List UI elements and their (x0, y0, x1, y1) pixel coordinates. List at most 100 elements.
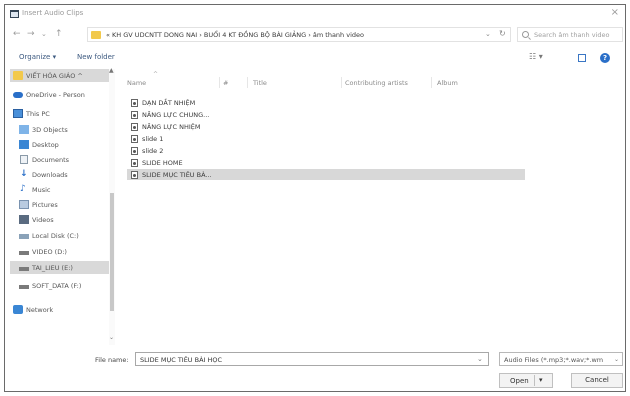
sidebar-item-onedrive[interactable]: OneDrive - Person (10, 88, 114, 101)
file-row[interactable]: NĂNG LỰC NHIỆM (127, 121, 525, 132)
address-path[interactable]: « KH GV UDCNTT DONG NAI › BUỔI 4 KT ĐỒNG… (106, 31, 364, 39)
audio-file-icon (131, 171, 138, 179)
window-title: Insert Audio Clips (22, 9, 84, 17)
documents-icon (20, 155, 28, 164)
refresh-icon[interactable]: ↻ (499, 29, 506, 38)
file-name: NĂNG LỰC CHUNG... (142, 111, 210, 119)
navigation-pane: VIẾT HÓA GIÁO ^ OneDrive - Person This P… (10, 67, 118, 345)
file-row[interactable]: slide 1 (127, 133, 525, 144)
sidebar-item-label: Videos (32, 216, 54, 224)
forward-arrow-icon[interactable]: → (27, 29, 35, 40)
button-divider (534, 375, 535, 386)
title-bar: Insert Audio Clips × (5, 5, 625, 23)
recent-locations-icon[interactable]: ⌄ (41, 29, 47, 40)
drive-icon (19, 285, 29, 289)
sidebar-item-3d-objects[interactable]: 3D Objects (10, 123, 114, 136)
column-separator[interactable] (431, 77, 432, 88)
search-placeholder: Search âm thanh video (534, 31, 610, 39)
search-icon (522, 31, 529, 38)
3d-objects-icon (19, 125, 29, 134)
file-name-dropdown-icon[interactable]: ⌄ (477, 355, 483, 363)
sidebar-item-label: Downloads (32, 171, 68, 179)
sidebar-item-soft-data-f[interactable]: SOFT_DATA (F:) (10, 279, 114, 292)
open-button-label: Open (510, 377, 529, 385)
drive-icon (19, 234, 29, 239)
column-separator[interactable] (247, 77, 248, 88)
command-bar: Organize ▾ New folder ☷ ▾ ? (5, 51, 625, 67)
search-input[interactable]: Search âm thanh video (517, 27, 623, 42)
close-icon[interactable]: × (611, 8, 619, 18)
column-separator[interactable] (219, 77, 220, 88)
cancel-button[interactable]: Cancel (571, 373, 623, 388)
scroll-down-icon[interactable]: ⌄ (109, 334, 114, 341)
file-row[interactable]: SLIDE HOME (127, 157, 525, 168)
folder-icon (91, 31, 101, 39)
change-view-icon[interactable]: ☷ ▾ (529, 52, 543, 61)
sidebar-item-label: Music (32, 186, 51, 194)
file-name-value: SLIDE MỤC TIÊU BÀI HỌC (140, 356, 223, 364)
help-icon[interactable]: ? (600, 53, 610, 63)
sidebar-item-label: OneDrive - Person (26, 91, 85, 99)
drive-icon (19, 251, 29, 255)
sidebar-item-documents[interactable]: Documents (10, 153, 114, 166)
sidebar-item-network[interactable]: Network (10, 303, 114, 316)
sidebar-item-this-pc[interactable]: This PC (10, 107, 114, 120)
address-dropdown-icon[interactable]: ⌄ (485, 30, 491, 38)
file-name-label: File name: (95, 356, 129, 364)
up-arrow-icon[interactable]: ↑ (55, 29, 63, 40)
sidebar-item-desktop[interactable]: Desktop (10, 138, 114, 151)
sidebar-item-label: TAI_LIEU (E:) (32, 264, 73, 272)
pictures-icon (19, 200, 29, 209)
column-header-name[interactable]: Name (127, 79, 146, 87)
open-button[interactable]: Open ▾ (499, 373, 553, 388)
chevron-down-icon: ⌄ (613, 356, 619, 363)
sidebar-item-viet-hoa-giao[interactable]: VIẾT HÓA GIÁO ^ (10, 69, 114, 82)
sidebar-item-video-d[interactable]: VIDEO (D:) (10, 245, 114, 258)
app-icon (10, 10, 19, 18)
file-row-selected[interactable]: SLIDE MỤC TIÊU BÀ... (127, 169, 525, 180)
sidebar-item-downloads[interactable]: ↓ Downloads (10, 168, 114, 181)
sidebar-item-label: VIẾT HÓA GIÁO ^ (26, 72, 83, 80)
column-separator[interactable] (341, 77, 342, 88)
file-type-select[interactable]: Audio Files (*.mp3;*.wav;*.wm ⌄ (499, 352, 623, 366)
column-header-album[interactable]: Album (437, 79, 458, 87)
sidebar-item-label: This PC (26, 110, 50, 118)
file-name-input[interactable]: SLIDE MỤC TIÊU BÀI HỌC (135, 352, 489, 366)
file-name: slide 2 (142, 147, 164, 155)
audio-file-icon (131, 135, 138, 143)
column-header-title[interactable]: Title (253, 79, 267, 87)
file-type-value: Audio Files (*.mp3;*.wav;*.wm (504, 356, 604, 364)
file-name: SLIDE MỤC TIÊU BÀ... (142, 171, 212, 179)
sidebar-item-label: 3D Objects (32, 126, 68, 134)
desktop-icon (19, 140, 29, 149)
file-row[interactable]: slide 2 (127, 145, 525, 156)
organize-button[interactable]: Organize ▾ (19, 53, 56, 61)
column-header-number[interactable]: # (223, 79, 228, 87)
sidebar-item-pictures[interactable]: Pictures (10, 198, 114, 211)
sidebar-item-music[interactable]: ♪ Music (10, 183, 114, 196)
network-icon (13, 305, 23, 314)
sidebar-item-label: Pictures (32, 201, 58, 209)
sidebar-item-videos[interactable]: Videos (10, 213, 114, 226)
sidebar-item-label: Network (26, 306, 54, 314)
sidebar-item-tai-lieu-e[interactable]: TAI_LIEU (E:) (10, 261, 114, 274)
address-bar[interactable]: « KH GV UDCNTT DONG NAI › BUỔI 4 KT ĐỒNG… (87, 27, 511, 42)
file-row[interactable]: DẠN DẮT NHIỆM (127, 97, 525, 108)
new-folder-button[interactable]: New folder (77, 53, 115, 61)
preview-pane-icon[interactable] (578, 54, 586, 62)
file-name: NĂNG LỰC NHIỆM (142, 123, 201, 131)
sidebar-item-label: VIDEO (D:) (32, 248, 67, 256)
open-options-dropdown-icon[interactable]: ▾ (539, 376, 543, 384)
column-header-contributing-artists[interactable]: Contributing artists (345, 79, 408, 87)
file-row[interactable]: NĂNG LỰC CHUNG... (127, 109, 525, 120)
downloads-icon: ↓ (20, 169, 28, 179)
sidebar-item-label: Documents (32, 156, 70, 164)
onedrive-icon (13, 92, 23, 98)
sidebar-item-local-disk-c[interactable]: Local Disk (C:) (10, 229, 114, 242)
sidebar-scrollbar[interactable]: ▲ ⌄ (109, 67, 115, 345)
audio-file-icon (131, 99, 138, 107)
back-arrow-icon[interactable]: ← (13, 29, 21, 40)
navigation-bar: ← → ⌄ ↑ « KH GV UDCNTT DONG NAI › BUỔI 4… (5, 27, 625, 43)
scrollbar-thumb[interactable] (110, 193, 114, 311)
scroll-up-icon[interactable]: ▲ (109, 67, 114, 74)
